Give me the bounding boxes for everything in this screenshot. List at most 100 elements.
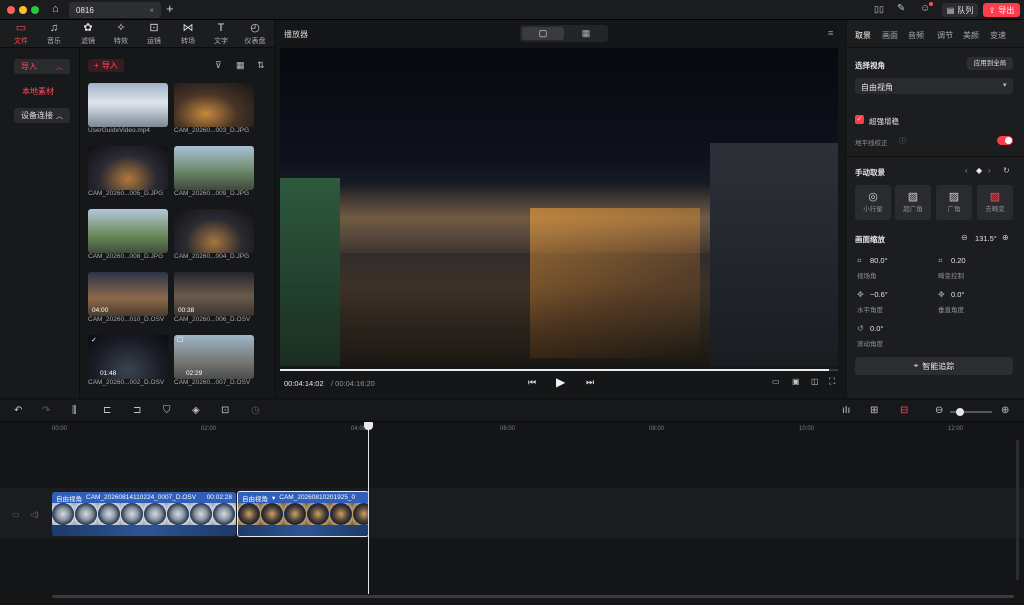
aspect-ratio-icon[interactable]: ▭ bbox=[772, 377, 780, 386]
home-icon[interactable]: ⌂ bbox=[52, 3, 59, 15]
vertical-scrollbar[interactable] bbox=[1016, 440, 1019, 580]
checkmark-icon[interactable]: ✓ bbox=[91, 336, 97, 344]
split-icon[interactable]: ⫼ bbox=[72, 405, 77, 416]
media-item[interactable]: CAM_20260...005_D.JPG bbox=[88, 146, 174, 197]
pan-value[interactable]: −0.6° bbox=[870, 290, 888, 299]
zoom-out-timeline-icon[interactable]: ⊖ bbox=[935, 405, 943, 416]
distortion-value[interactable]: 0.20 bbox=[951, 256, 966, 265]
project-tab[interactable]: 0816 × bbox=[69, 2, 161, 18]
single-view-icon[interactable]: ▢ bbox=[522, 27, 564, 40]
caret-down-icon[interactable]: ▾ bbox=[272, 494, 275, 502]
horizontal-scrollbar[interactable] bbox=[52, 595, 1014, 598]
zoom-in-timeline-icon[interactable]: ⊕ bbox=[1001, 405, 1009, 416]
horizon-toggle[interactable] bbox=[997, 136, 1013, 145]
split-view-icon[interactable]: ▦ bbox=[566, 27, 606, 40]
tool-dashboard[interactable]: ◴ 仪表盘 bbox=[239, 20, 271, 48]
prev-keyframe-icon[interactable]: ‹ bbox=[965, 166, 968, 175]
minimize-window-button[interactable] bbox=[19, 6, 27, 14]
zoom-value[interactable]: 131.5° bbox=[975, 234, 997, 243]
menu-icon[interactable]: ≡ bbox=[828, 28, 833, 38]
fov-value[interactable]: 80.0° bbox=[870, 256, 888, 265]
sort-icon[interactable]: ⇅ bbox=[257, 60, 265, 71]
redo-icon[interactable]: ↷ bbox=[42, 405, 50, 416]
slider-knob[interactable] bbox=[956, 408, 964, 416]
snapshot-icon[interactable]: ◫ bbox=[811, 377, 819, 386]
import-nav-item[interactable]: 导入 ︿ bbox=[14, 59, 70, 74]
media-item[interactable]: CAM_20260...003_D.JPG bbox=[174, 83, 260, 134]
view-mode-select[interactable]: 自由视角 ▾ bbox=[855, 78, 1013, 94]
new-tab-icon[interactable]: + bbox=[166, 1, 174, 16]
progress-track[interactable] bbox=[280, 369, 838, 371]
zoom-out-icon[interactable]: ⊖ bbox=[961, 233, 968, 242]
track-audio-icon[interactable]: ◁) bbox=[30, 510, 39, 519]
playhead[interactable] bbox=[368, 424, 369, 594]
trim-right-icon[interactable]: ⊐ bbox=[133, 405, 141, 416]
video-preview[interactable] bbox=[280, 48, 838, 366]
skip-forward-icon[interactable]: ⏭ bbox=[586, 377, 594, 388]
reset-icon[interactable]: ↻ bbox=[1003, 166, 1010, 175]
device-nav-item[interactable]: 设备连接 ︿ bbox=[14, 108, 70, 123]
next-keyframe-icon[interactable]: › bbox=[988, 166, 991, 175]
tab-framing[interactable]: 取景 bbox=[855, 30, 871, 41]
enhance-checkbox[interactable]: ✓ bbox=[855, 115, 864, 124]
media-item[interactable]: CAM_20260...009_D.JPG bbox=[174, 146, 260, 197]
tab-adjust[interactable]: 调节 bbox=[937, 30, 953, 41]
tab-speed[interactable]: 变速 bbox=[990, 30, 1006, 41]
media-item[interactable]: UserGuideVideo.mp4 bbox=[88, 83, 174, 134]
tool-music[interactable]: ♫ 音乐 bbox=[38, 20, 70, 48]
keyframe-icon[interactable]: ◆ bbox=[976, 166, 982, 175]
grid-view-icon[interactable]: ▦ bbox=[236, 60, 245, 71]
media-item[interactable]: CAM_20260...008_D.JPG bbox=[88, 209, 174, 260]
time-ruler[interactable]: 00:00 02:00 04:00 06:00 08:00 10:00 12:0… bbox=[0, 422, 1024, 436]
smart-track-button[interactable]: ⌖ 智能追踪 bbox=[855, 357, 1013, 375]
tilt-value[interactable]: 0.0° bbox=[951, 290, 964, 299]
crop-icon[interactable]: ⊡ bbox=[221, 405, 229, 416]
close-window-button[interactable] bbox=[7, 6, 15, 14]
link-icon[interactable]: ⊟ bbox=[900, 405, 908, 416]
playhead-handle[interactable] bbox=[364, 422, 373, 430]
trim-left-icon[interactable]: ⊏ bbox=[103, 405, 111, 416]
tool-effects[interactable]: ✧ 特效 bbox=[105, 20, 137, 48]
timeline-clip-selected[interactable]: 自由视角 ▾ CAM_20260810201925_0 bbox=[237, 491, 369, 537]
preset-wide[interactable]: ▨ 广角 bbox=[936, 185, 972, 220]
fullscreen-icon[interactable]: ⛶ bbox=[829, 376, 835, 387]
track-video-icon[interactable]: ▭ bbox=[12, 510, 20, 519]
checkbox-icon[interactable]: ☐ bbox=[177, 336, 183, 344]
tool-filter[interactable]: ✿ 滤镜 bbox=[72, 20, 104, 48]
roll-value[interactable]: 0.0° bbox=[870, 324, 883, 333]
keyframe-add-icon[interactable]: ◈ bbox=[192, 405, 200, 416]
info-icon[interactable]: ⓘ bbox=[899, 136, 906, 146]
feedback-icon[interactable]: ✎ bbox=[897, 3, 905, 14]
skip-back-icon[interactable]: ⏮ bbox=[528, 377, 536, 388]
media-item[interactable]: 00:38 CAM_20260...006_D.OSV bbox=[174, 272, 260, 323]
tool-text[interactable]: T 文字 bbox=[205, 20, 237, 48]
import-media-button[interactable]: + 导入 bbox=[88, 59, 124, 72]
tab-beauty[interactable]: 美颜 bbox=[963, 30, 979, 41]
queue-button[interactable]: ▤ 队列 bbox=[942, 3, 978, 17]
book-icon[interactable]: ▯▯ bbox=[874, 4, 884, 15]
undo-icon[interactable]: ↶ bbox=[14, 405, 22, 416]
marker-icon[interactable]: ⛉ bbox=[163, 405, 171, 416]
media-item[interactable]: ☐ 02:29 CAM_20260...007_D.OSV bbox=[174, 335, 260, 386]
tab-audio[interactable]: 音频 bbox=[908, 30, 924, 41]
audio-wave-icon[interactable]: ıIı bbox=[842, 405, 850, 416]
close-tab-icon[interactable]: × bbox=[149, 6, 154, 15]
local-media-item[interactable]: 本地素材 bbox=[22, 86, 54, 97]
tool-camera-move[interactable]: ⊡ 运镜 bbox=[138, 20, 170, 48]
tool-transition[interactable]: ⋈ 转场 bbox=[172, 20, 204, 48]
media-item[interactable]: ✓ 01:48 CAM_20260...002_D.OSV bbox=[88, 335, 174, 386]
quality-icon[interactable]: ▣ bbox=[792, 377, 800, 386]
maximize-window-button[interactable] bbox=[31, 6, 39, 14]
freeze-icon[interactable]: ◷ bbox=[251, 405, 260, 416]
timeline-clip[interactable]: 自由视角 CAM_20260814110224_0007_D.OSV 00:02… bbox=[52, 492, 236, 536]
tool-file[interactable]: ▭ 文件 bbox=[5, 20, 37, 48]
play-icon[interactable]: ▶ bbox=[556, 375, 565, 389]
preset-undistort[interactable]: ▨ 去畸变 bbox=[977, 185, 1013, 220]
preset-tiny-planet[interactable]: ◎ 小行星 bbox=[855, 185, 891, 220]
filter-sort-icon[interactable]: ⊽ bbox=[215, 60, 222, 71]
media-item[interactable]: 04:00 CAM_20260...010_D.OSV bbox=[88, 272, 174, 323]
tab-picture[interactable]: 画面 bbox=[882, 30, 898, 41]
snap-icon[interactable]: ⊞ bbox=[870, 405, 878, 416]
media-item[interactable]: CAM_20260...004_D.JPG bbox=[174, 209, 260, 260]
preset-ultra-wide[interactable]: ▨ 超广角 bbox=[895, 185, 931, 220]
